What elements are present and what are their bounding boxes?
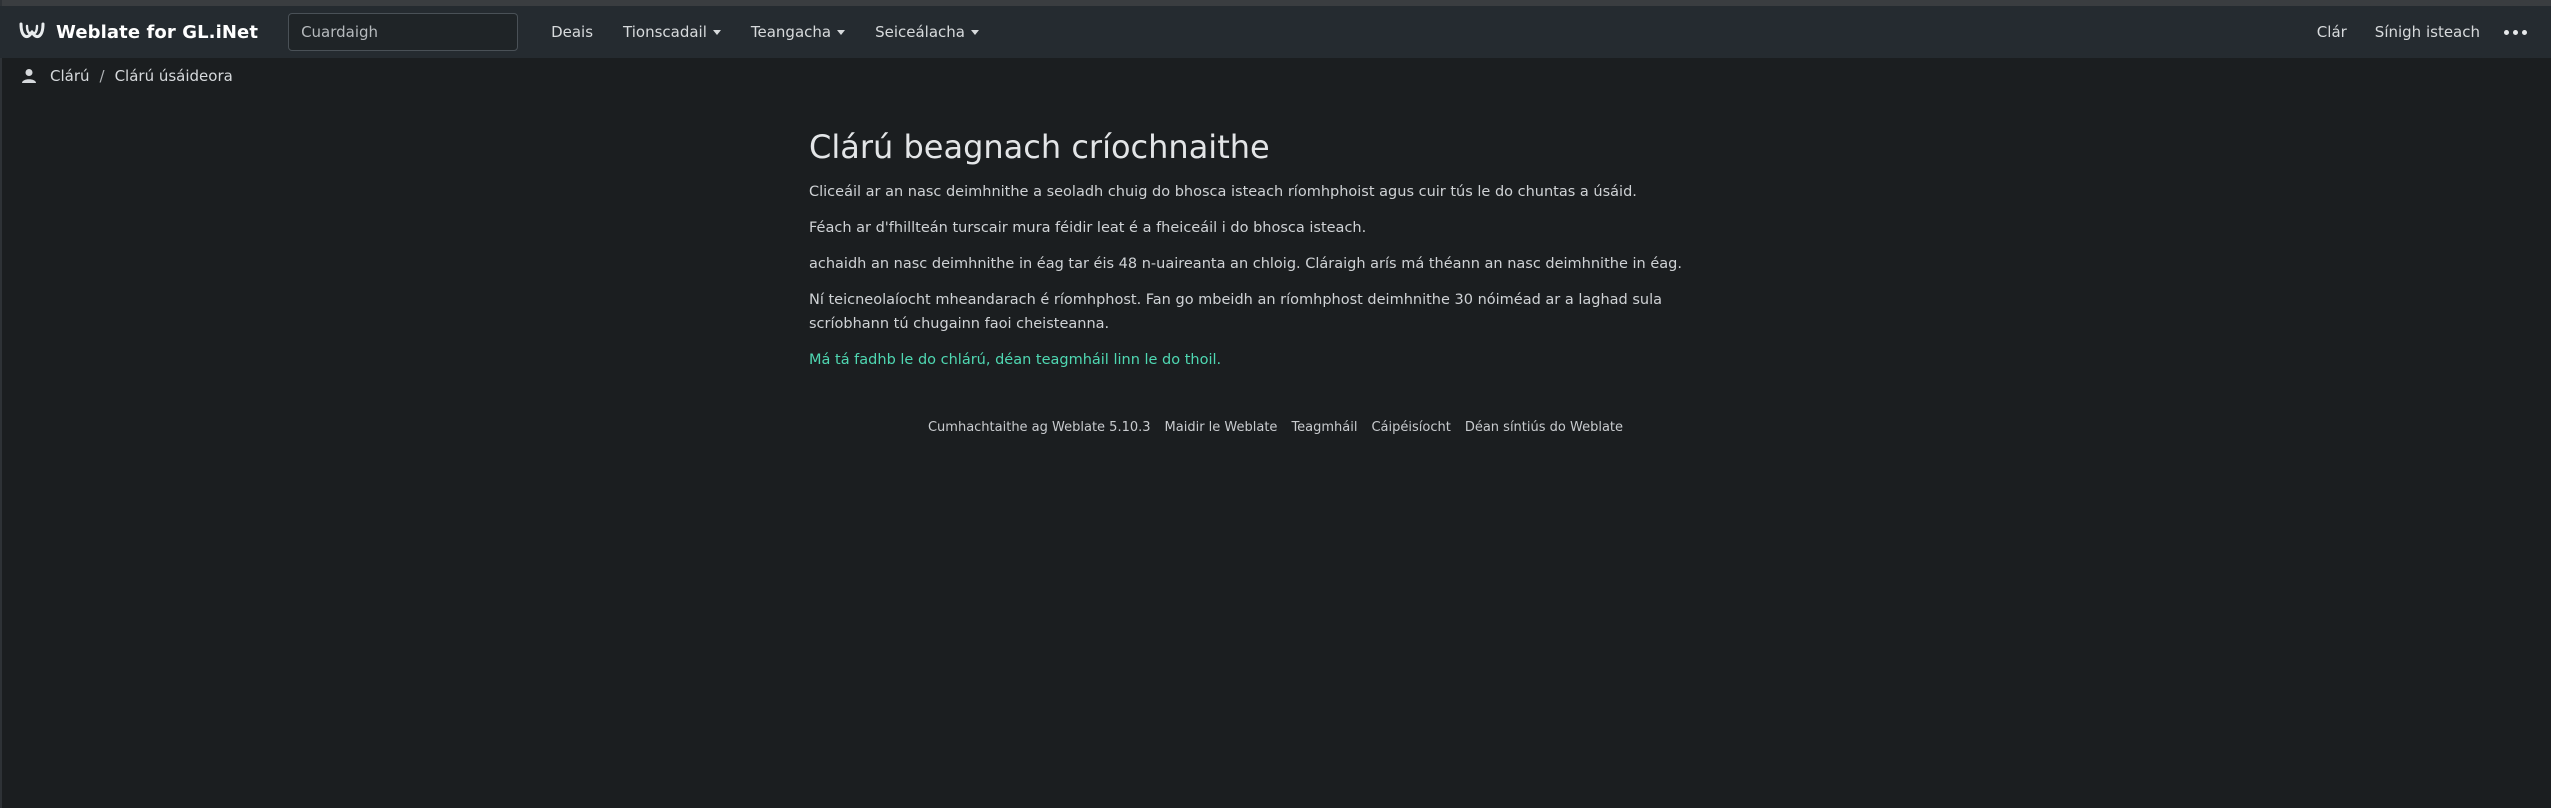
register-label: Clár (2316, 23, 2347, 41)
info-paragraph: Ní teicneolaíocht mheandarach é ríomhpho… (809, 292, 1663, 332)
weblate-logo-icon (18, 18, 46, 46)
dot (2513, 29, 2518, 35)
breadcrumb: Clárú / Clárú úsáideora (0, 58, 2551, 94)
footer-about-link[interactable]: Maidir le Weblate (1165, 420, 1278, 435)
footer-docs-link[interactable]: Cáipéisíocht (1371, 420, 1450, 435)
dot (2504, 29, 2509, 35)
breadcrumb-registration[interactable]: Clárú (50, 67, 90, 85)
main-nav: Deais Tionscadail Teangacha Seiceálacha (536, 23, 994, 41)
more-dots-icon[interactable] (2494, 29, 2533, 35)
nav-right: Clár Sínigh isteach (2303, 23, 2533, 41)
brand-name[interactable]: Weblate for GL.iNet (56, 22, 258, 43)
info-paragraph: Cliceáil ar an nasc deimhnithe a seoladh… (809, 184, 1637, 200)
nav-checks-label: Seiceálacha (875, 23, 965, 41)
info-paragraph: Féach ar d'fhillteán turscair mura féidi… (809, 220, 1367, 236)
footer-powered-by-link[interactable]: Cumhachtaithe ag Weblate 5.10.3 (928, 420, 1151, 435)
footer-donate-link[interactable]: Déan síntiús do Weblate (1465, 420, 1623, 435)
caret-down-icon (970, 29, 979, 35)
main-content: Clárú beagnach críochnaithe Cliceáil ar … (809, 124, 1709, 384)
search-input[interactable] (288, 13, 519, 51)
brand[interactable]: Weblate for GL.iNet (18, 18, 258, 46)
caret-down-icon (712, 29, 721, 35)
breadcrumb-user-registration[interactable]: Clárú úsáideora (115, 67, 233, 85)
page-title: Clárú beagnach críochnaithe (809, 128, 1270, 166)
nav-dashboard[interactable]: Deais (536, 23, 608, 41)
user-icon (20, 67, 38, 85)
nav-dashboard-label: Deais (551, 23, 594, 41)
info-paragraph: achaidh an nasc deimhnithe in éag tar éi… (809, 256, 1682, 272)
nav-projects-dropdown[interactable]: Tionscadail (608, 23, 736, 41)
sign-in-label: Sínigh isteach (2374, 23, 2480, 41)
caret-down-icon (837, 29, 846, 35)
nav-languages-label: Teangacha (750, 23, 832, 41)
sign-in-link[interactable]: Sínigh isteach (2361, 23, 2494, 41)
register-link[interactable]: Clár (2303, 23, 2361, 41)
contact-help-link[interactable]: Má tá fadhb le do chlárú, déan teagmháil… (809, 348, 1709, 372)
breadcrumb-separator: / (99, 67, 105, 85)
footer-contact-link[interactable]: Teagmháil (1291, 420, 1357, 435)
top-navbar: Weblate for GL.iNet Deais Tionscadail Te… (0, 6, 2551, 58)
nav-checks-dropdown[interactable]: Seiceálacha (860, 23, 994, 41)
footer: Cumhachtaithe ag Weblate 5.10.3 Maidir l… (0, 420, 2551, 435)
window-left-edge (0, 0, 2, 808)
nav-projects-label: Tionscadail (623, 23, 707, 41)
nav-languages-dropdown[interactable]: Teangacha (736, 23, 860, 41)
dot (2522, 29, 2527, 35)
